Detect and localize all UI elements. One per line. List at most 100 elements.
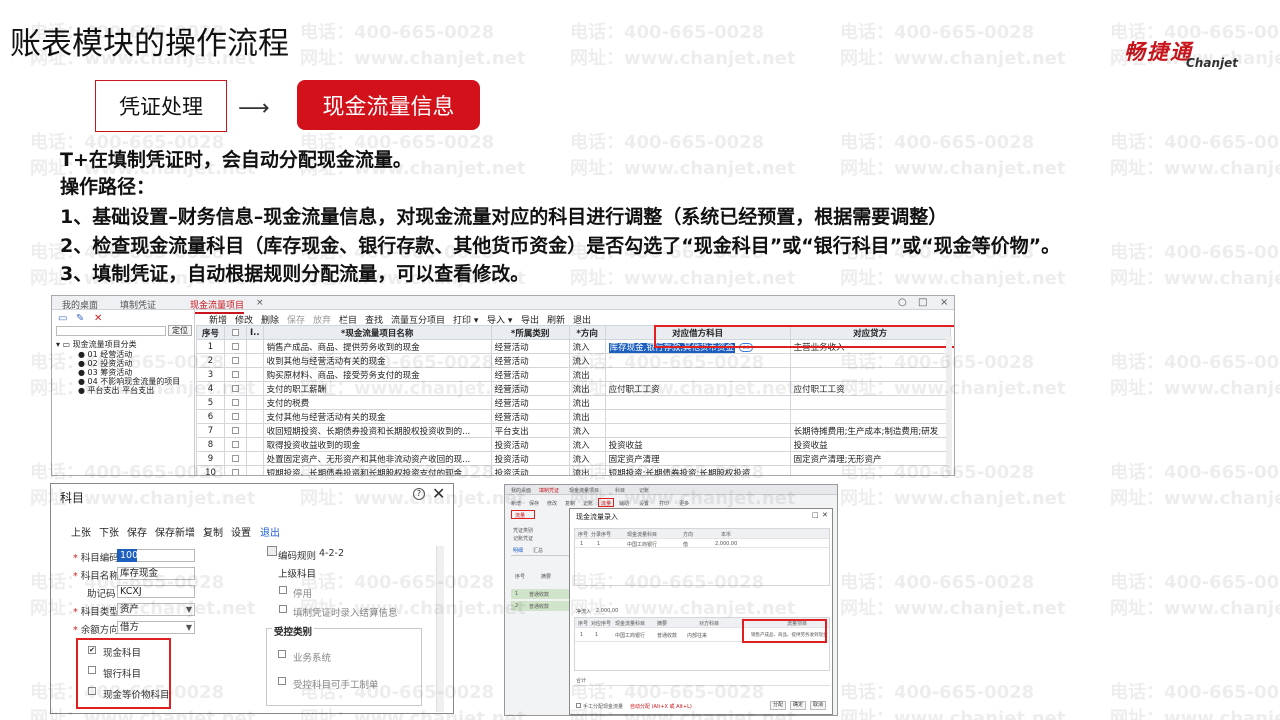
delete-icon[interactable]: ✕	[94, 313, 102, 324]
tab-posting[interactable]: 记账	[639, 487, 649, 494]
tb-assist[interactable]: 辅助	[619, 500, 629, 507]
cell-check[interactable]	[224, 367, 247, 382]
row-checkbox[interactable]	[232, 440, 239, 448]
tb-settings[interactable]: 设置	[639, 500, 649, 507]
cell-check[interactable]	[224, 423, 247, 438]
maximize-icon[interactable]: □	[812, 511, 819, 519]
table-row[interactable]: 10 短期投资、长期债券投资和长期股权投资支付的现金 投资活动 流出 短期投资;长期债券…	[196, 465, 951, 475]
cell-check[interactable]	[224, 451, 247, 466]
tb-modify[interactable]: 修改	[547, 500, 557, 507]
maximize-icon[interactable]: □	[918, 297, 927, 308]
side-flow-label[interactable]: 流量	[515, 512, 525, 519]
tab-account[interactable]: 科目	[615, 487, 625, 494]
copy-button[interactable]: 复制	[203, 524, 223, 539]
row-checkbox[interactable]	[232, 384, 239, 392]
table-row[interactable]: 8 取得投资收益收到的现金 投资活动 流入 投资收益 投资收益	[196, 437, 951, 452]
tb-save[interactable]: 保存	[529, 500, 539, 507]
table-row[interactable]: 5 支付的税费 经营活动 流出	[196, 395, 951, 410]
code-input-rest[interactable]	[137, 549, 195, 562]
tb-more[interactable]: 更多	[679, 500, 689, 507]
row-checkbox[interactable]	[232, 468, 239, 475]
save-and-new-button[interactable]: 保存新增	[155, 524, 195, 539]
business-system-checkbox[interactable]	[278, 650, 286, 658]
vertical-scrollbar[interactable]	[946, 336, 952, 474]
mnemonic-input[interactable]: KCXJ	[117, 585, 195, 598]
direction-select[interactable]: 借方 ▼	[117, 621, 195, 634]
search-icon[interactable]: ○	[898, 297, 907, 308]
tree-root-label: 现金流量项目分类	[72, 340, 137, 349]
tree-item-platform[interactable]: ● 平台支出 平台支出	[78, 385, 154, 396]
col-header-name[interactable]: *现金流量项目名称	[262, 325, 492, 340]
tb-post[interactable]: 记账	[583, 500, 593, 507]
tb-new[interactable]: 新增	[511, 500, 521, 507]
locate-button[interactable]: 定位	[168, 325, 192, 336]
col-header-direction[interactable]: *方向	[568, 325, 606, 340]
type-select[interactable]: 资产 ▼	[117, 603, 195, 616]
row-checkbox[interactable]	[232, 356, 239, 364]
code-input[interactable]: 1001	[117, 549, 144, 562]
table-row[interactable]: 2 收到其他与经营活动有关的现金 经营活动 流入	[196, 353, 951, 368]
new-icon[interactable]: ▭	[58, 313, 67, 324]
select-all-checkbox[interactable]	[232, 328, 239, 336]
col-header-i[interactable]: I..	[246, 325, 264, 340]
left-row-1[interactable]: 1 普通收款	[511, 589, 569, 599]
bank-account-checkbox[interactable]	[88, 666, 96, 674]
cell-check[interactable]	[224, 409, 247, 424]
cell-check[interactable]	[224, 353, 247, 368]
cell-check[interactable]	[224, 381, 247, 396]
name-input[interactable]: 库存现金	[117, 567, 195, 580]
cell-check[interactable]	[224, 339, 247, 354]
row-checkbox[interactable]	[232, 454, 239, 462]
dialog-scrollbar[interactable]	[436, 546, 444, 712]
row-checkbox[interactable]	[232, 370, 239, 378]
row-checkbox[interactable]	[232, 412, 239, 420]
entry-close-icon[interactable]: ✕	[822, 511, 828, 519]
dialog-close-icon[interactable]: ✕	[432, 484, 445, 503]
auto-alloc-hint[interactable]: 自动分配 (Alt+X 或 Alt+L)	[630, 703, 692, 710]
grid1-row[interactable]: 1 1 中国工商银行 借 2,000.00	[575, 539, 829, 548]
cancel-button[interactable]: 取消	[810, 701, 826, 710]
confirm-button[interactable]: 确定	[790, 701, 806, 710]
manual-voucher-checkbox[interactable]	[278, 677, 286, 685]
table-row[interactable]: 4 支付的职工薪酬 经营活动 流出 应付职工工资 应付职工工资	[196, 381, 951, 396]
cell-check[interactable]	[224, 465, 247, 475]
tab-close-icon[interactable]: ×	[256, 298, 264, 308]
col-header-check[interactable]	[224, 325, 247, 340]
table-row[interactable]: 7 收回短期投资、长期债券投资和长期股权投资收到的... 平台支出 流入 长期待摊费用;…	[196, 423, 951, 438]
row-checkbox[interactable]	[232, 398, 239, 406]
cash-account-checkbox[interactable]: ✔	[88, 646, 96, 654]
edit-icon[interactable]: ✎	[76, 313, 84, 324]
cell-i	[246, 451, 264, 466]
table-row[interactable]: 3 购买原材料、商品、接受劳务支付的现金 经营活动 流出	[196, 367, 951, 382]
col-header-no[interactable]: 序号	[196, 325, 225, 340]
allocate-button[interactable]: 分配	[770, 701, 786, 710]
manual-alloc-checkbox[interactable]	[576, 703, 581, 708]
tb-print[interactable]: 打印	[659, 500, 669, 507]
disabled-checkbox[interactable]	[279, 586, 287, 594]
cell-check[interactable]	[224, 437, 247, 452]
tab-fill-voucher[interactable]: 填制凭证	[539, 487, 559, 494]
table-row[interactable]: 6 支付其他与经营活动有关的现金 经营活动 流出	[196, 409, 951, 424]
tab-cashflow-items[interactable]: 现金流量项目	[569, 487, 599, 494]
tb-copy[interactable]: 复制	[565, 500, 575, 507]
tab-summary[interactable]: 汇总	[533, 547, 543, 554]
row-checkbox[interactable]	[232, 342, 239, 350]
next-button[interactable]: 下张	[99, 524, 119, 539]
cell-check[interactable]	[224, 395, 247, 410]
save-button[interactable]: 保存	[127, 524, 147, 539]
tab-my-desktop[interactable]: 我的桌面	[511, 487, 531, 494]
cash-equivalent-checkbox[interactable]	[88, 687, 96, 695]
exit-button[interactable]: 退出	[260, 524, 280, 539]
help-icon[interactable]: ?	[413, 488, 425, 500]
col-header-category[interactable]: *所属类别	[490, 325, 570, 340]
row-checkbox[interactable]	[232, 426, 239, 434]
close-icon[interactable]: ×	[940, 297, 948, 308]
settings-button[interactable]: 设置	[231, 524, 251, 539]
table-row[interactable]: 9 处置固定资产、无形资产和其他非流动资产收回的现... 投资活动 流入 固定资产清理固…	[196, 451, 951, 466]
tab-detail[interactable]: 明细	[513, 547, 523, 554]
prev-button[interactable]: 上张	[71, 524, 91, 539]
left-row-2[interactable]: 2 普通收款	[511, 601, 569, 611]
grid2-col: 对方科目	[699, 621, 720, 627]
settle-info-checkbox[interactable]	[279, 605, 287, 613]
tree-filter-input[interactable]	[56, 326, 166, 336]
